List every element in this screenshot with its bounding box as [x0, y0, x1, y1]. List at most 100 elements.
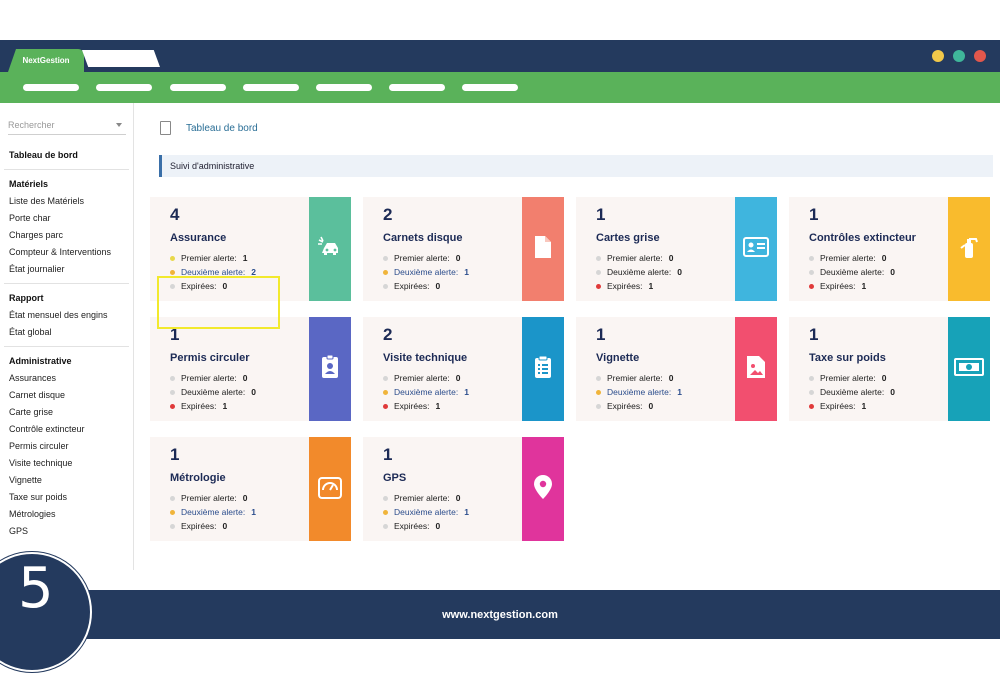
nav-item-placeholder[interactable]: [96, 84, 152, 91]
status-dot: [170, 523, 175, 529]
sidebar-item[interactable]: Métrologies: [0, 506, 133, 523]
tab-nextgestion[interactable]: NextGestion: [8, 49, 84, 72]
card-icon-panel[interactable]: [309, 197, 351, 301]
sidebar-item[interactable]: Contrôle extincteur: [0, 421, 133, 438]
admin-card-vignette[interactable]: 1 Vignette Premier alerte: 0 Deuxième al…: [576, 317, 777, 421]
status-dot: [596, 283, 601, 289]
nav-item-placeholder[interactable]: [316, 84, 372, 91]
alert-value: 1: [861, 401, 867, 411]
alert-value: 0: [455, 253, 461, 263]
nav-item-placeholder[interactable]: [23, 84, 79, 91]
sidebar-item[interactable]: Permis circuler: [0, 438, 133, 455]
alert-label: Premier alerte:: [607, 373, 663, 383]
card-title[interactable]: Assurance: [170, 232, 226, 244]
card-title[interactable]: Carnets disque: [383, 232, 462, 244]
sidebar-item[interactable]: Compteur & Interventions: [0, 244, 133, 261]
card-icon-panel[interactable]: [735, 317, 777, 421]
alert-value: 0: [890, 387, 895, 397]
footer-url[interactable]: www.nextgestion.com: [442, 609, 558, 621]
sidebar-item[interactable]: État mensuel des engins: [0, 307, 133, 324]
card-icon-panel[interactable]: [522, 197, 564, 301]
status-dot: [170, 375, 175, 381]
clipboard-icon: [534, 355, 552, 384]
card-title[interactable]: Cartes grise: [596, 232, 660, 244]
alert-value: 0: [881, 253, 887, 263]
card-title[interactable]: Taxe sur poids: [809, 352, 886, 364]
admin-card-visite-technique[interactable]: 2 Visite technique Premier alerte: 0 Deu…: [363, 317, 564, 421]
alert-value: 0: [455, 493, 461, 503]
alert-label: Premier alerte:: [181, 493, 237, 503]
status-dot: [809, 389, 814, 395]
sidebar-item[interactable]: Carnet disque: [0, 387, 133, 404]
breadcrumb[interactable]: Tableau de bord: [186, 123, 258, 134]
search-select[interactable]: Rechercher: [8, 117, 126, 135]
card-title[interactable]: Visite technique: [383, 352, 467, 364]
card-title[interactable]: Permis circuler: [170, 352, 250, 364]
alert-value: 0: [648, 401, 654, 411]
status-dot: [809, 269, 814, 275]
nav-item-placeholder[interactable]: [243, 84, 299, 91]
admin-card-gps[interactable]: 1 GPS Premier alerte: 0 Deuxième alerte:…: [363, 437, 564, 541]
alert-list: Premier alerte: 0 Deuxième alerte: 0 Exp…: [809, 251, 895, 293]
admin-card-taxe-sur-poids[interactable]: 1 Taxe sur poids Premier alerte: 0 Deuxi…: [789, 317, 990, 421]
nav-item-placeholder[interactable]: [170, 84, 226, 91]
alert-row-expirees: Expirées: 0: [170, 519, 256, 533]
alert-row-premier: Premier alerte: 0: [170, 491, 256, 505]
alert-label: Premier alerte:: [820, 253, 876, 263]
sidebar-item[interactable]: GPS: [0, 523, 133, 540]
card-icon-panel[interactable]: [948, 197, 990, 301]
status-dot: [809, 375, 814, 381]
card-icon-panel[interactable]: [522, 317, 564, 421]
car-crash-icon: [317, 236, 343, 263]
admin-card-permis-circuler[interactable]: 1 Permis circuler Premier alerte: 0 Deux…: [150, 317, 351, 421]
card-title[interactable]: Métrologie: [170, 472, 226, 484]
alert-label: Expirées:: [394, 521, 430, 531]
close-dot-icon[interactable]: [974, 50, 986, 62]
nav-item-placeholder[interactable]: [462, 84, 518, 91]
status-dot: [596, 255, 601, 261]
admin-card-m-trologie[interactable]: 1 Métrologie Premier alerte: 0 Deuxième …: [150, 437, 351, 541]
card-title[interactable]: GPS: [383, 472, 406, 484]
minimize-dot-icon[interactable]: [932, 50, 944, 62]
alert-row-deuxieme: Deuxième alerte: 1: [170, 505, 256, 519]
sidebar-item[interactable]: Carte grise: [0, 404, 133, 421]
sidebar-heading[interactable]: Rapport: [0, 290, 133, 307]
card-title[interactable]: Vignette: [596, 352, 639, 364]
card-icon-panel[interactable]: [522, 437, 564, 541]
sidebar-heading[interactable]: Tableau de bord: [0, 147, 133, 164]
sidebar-item[interactable]: Visite technique: [0, 455, 133, 472]
alert-list: Premier alerte: 0 Deuxième alerte: 0 Exp…: [170, 371, 256, 413]
status-dot: [596, 389, 601, 395]
chevron-down-icon[interactable]: [116, 123, 122, 127]
status-dot: [809, 255, 814, 261]
sidebar-item[interactable]: Porte char: [0, 210, 133, 227]
sidebar-heading[interactable]: Matériels: [0, 176, 133, 193]
card-title[interactable]: Contrôles extincteur: [809, 232, 916, 244]
tab-blank[interactable]: [82, 50, 160, 67]
sidebar-item[interactable]: Liste des Matériels: [0, 193, 133, 210]
card-icon-panel[interactable]: [309, 317, 351, 421]
nav-item-placeholder[interactable]: [389, 84, 445, 91]
alert-label: Premier alerte:: [181, 373, 237, 383]
admin-card-cartes-grise[interactable]: 1 Cartes grise Premier alerte: 0 Deuxièm…: [576, 197, 777, 301]
sidebar-item[interactable]: Vignette: [0, 472, 133, 489]
card-icon-panel[interactable]: [309, 437, 351, 541]
sidebar-item[interactable]: Taxe sur poids: [0, 489, 133, 506]
alert-value: 0: [455, 373, 461, 383]
card-icon-panel[interactable]: [735, 197, 777, 301]
alert-label: Deuxième alerte:: [394, 507, 459, 517]
sidebar-item[interactable]: État journalier: [0, 261, 133, 278]
card-icon-panel[interactable]: [948, 317, 990, 421]
maximize-dot-icon[interactable]: [953, 50, 965, 62]
admin-card-carnets-disque[interactable]: 2 Carnets disque Premier alerte: 0 Deuxi…: [363, 197, 564, 301]
sidebar: Rechercher Tableau de bord Matériels Liste…: [0, 103, 134, 570]
alert-label: Premier alerte:: [820, 373, 876, 383]
sidebar-item[interactable]: Charges parc: [0, 227, 133, 244]
alert-row-expirees: Expirées: 0: [383, 519, 469, 533]
card-count: 1: [170, 445, 180, 464]
sidebar-item[interactable]: État global: [0, 324, 133, 341]
card-count: 1: [809, 325, 819, 344]
admin-card-contr-les-extincteur[interactable]: 1 Contrôles extincteur Premier alerte: 0…: [789, 197, 990, 301]
sidebar-item[interactable]: Assurances: [0, 370, 133, 387]
sidebar-heading[interactable]: Administrative: [0, 353, 133, 370]
